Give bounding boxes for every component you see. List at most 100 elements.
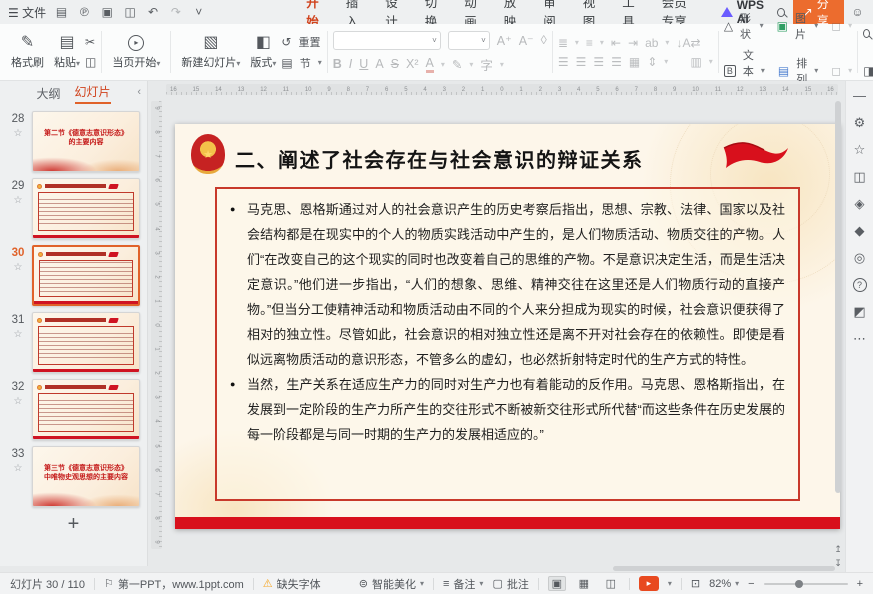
help-icon[interactable]: ? [853, 278, 867, 292]
align-justify-icon[interactable]: ☰ [611, 55, 622, 69]
slide-thumbnail-33[interactable]: 33☆ 第三节《德意志意识形态》中唯物史观思想的主要内容 [6, 446, 143, 507]
distribute-icon[interactable]: ▦ [629, 55, 640, 69]
char-dialog-button[interactable]: 字 [480, 55, 493, 74]
smart-tools-icon[interactable]: ◆ [855, 224, 865, 238]
outline-tab[interactable]: 大纲 [36, 85, 60, 102]
slide-thumbnail-30-current[interactable]: 30☆ [6, 245, 143, 306]
document-find-icon[interactable]: ◎ [854, 251, 865, 265]
format-painter-button[interactable]: ✎ 格式刷 [6, 33, 49, 72]
comment-button[interactable]: ▢ 批注 [492, 576, 528, 592]
italic-button[interactable]: I [349, 57, 352, 71]
slide-title[interactable]: 二、阐述了社会存在与社会意识的辩证关系 [235, 144, 644, 173]
slide-thumbnail-29[interactable]: 29☆ [6, 178, 143, 239]
copy-button[interactable]: ◫ [85, 55, 96, 69]
slide-thumbnail-28[interactable]: 28☆ 第二节《德意志意识形态》的主要内容 [6, 111, 143, 172]
smart-beautify-button[interactable]: ⊜ 智能美化▾ [359, 576, 424, 592]
save-icon[interactable]: ▤ [54, 5, 69, 19]
picture-button[interactable]: ▣ 图片▾ [777, 10, 819, 42]
notes-button[interactable]: ≡ 备注▾ [443, 576, 483, 592]
play-from-current-button[interactable]: ▸ 当页开始▾ [107, 33, 165, 72]
add-slide-button[interactable]: + [0, 513, 147, 536]
decrease-indent-icon[interactable]: ⇤ [611, 36, 621, 50]
collapse-taskpane-icon[interactable]: — [853, 89, 866, 103]
more-options-icon[interactable]: ⋯ [853, 332, 866, 346]
increase-font-button[interactable]: A⁺ [497, 33, 512, 48]
new-slide-button[interactable]: ▧ 新建幻灯片▾ [176, 33, 245, 72]
align-center-icon[interactable]: ☰ [576, 55, 587, 69]
clear-format-icon[interactable]: ◊ [541, 33, 547, 47]
missing-font-warning[interactable]: ⚠ 缺失字体 [263, 576, 321, 592]
template-source-icon: ⚐ [104, 577, 114, 590]
zoom-level[interactable]: 82%▾ [709, 578, 739, 590]
bold-button[interactable]: B [333, 57, 342, 71]
reset-button[interactable]: ↺ 重置 [281, 34, 321, 50]
normal-view-button[interactable]: ▣ [548, 576, 566, 591]
slideshow-options-caret-icon[interactable]: ▾ [668, 579, 672, 588]
font-color-button[interactable]: A [426, 56, 434, 73]
fill-button[interactable]: ◻▾ [831, 19, 852, 33]
shapes-button[interactable]: △ 形状▾ [724, 10, 764, 42]
star-icon[interactable]: ☆ [14, 396, 23, 407]
increase-indent-icon[interactable]: ⇥ [628, 36, 638, 50]
redo-icon[interactable]: ↷ [169, 5, 184, 19]
paste-button[interactable]: ▤ 粘贴▾ [49, 33, 85, 72]
columns-icon[interactable]: ▥ [690, 55, 701, 69]
text-direction-icon[interactable]: ⇄ [690, 36, 700, 50]
star-icon[interactable]: ☆ [14, 195, 23, 206]
slide-layout-icon[interactable]: ◫ [853, 170, 865, 184]
font-size-select[interactable]: ˅ [448, 31, 490, 50]
star-icon[interactable]: ☆ [14, 262, 23, 273]
export-pdf-icon[interactable]: ℗ [77, 5, 92, 19]
content-textbox[interactable]: 马克思、恩格斯通过对人的社会意识产生的历史考察后指出，思想、宗教、法律、国家以及… [215, 187, 800, 501]
bullet-list-icon[interactable]: ≣ [558, 36, 568, 50]
layout-button[interactable]: ◧ 版式▾ [245, 33, 281, 72]
object-properties-icon[interactable]: ⚙ [854, 116, 866, 130]
reading-view-icon: ◫ [606, 577, 616, 590]
star-icon[interactable]: ☆ [14, 329, 23, 340]
slide-sorter-view-button[interactable]: ▦ [575, 576, 593, 591]
align-right-icon[interactable]: ☰ [593, 55, 604, 69]
print-preview-icon[interactable]: ◫ [123, 5, 138, 19]
print-icon[interactable]: ▣ [100, 5, 115, 19]
horizontal-scrollbar[interactable] [443, 566, 835, 571]
zoom-in-button[interactable]: + [857, 578, 863, 590]
quickbar-chevron-icon[interactable]: ˅ [191, 5, 206, 19]
zoom-slider[interactable] [764, 583, 848, 585]
previous-slide-button[interactable]: ↥ [832, 543, 844, 555]
font-name-select[interactable]: ˅ [333, 31, 441, 50]
reading-view-button[interactable]: ◫ [602, 576, 620, 591]
find-button[interactable]: 查找▾ [863, 18, 873, 50]
char-style-button[interactable]: A [375, 57, 383, 71]
line-spacing-icon[interactable]: ⇕ [647, 55, 657, 69]
slides-tab[interactable]: 幻灯片 [75, 83, 111, 104]
underline-button[interactable]: U [359, 57, 368, 71]
slide-panel: 大纲 幻灯片 ‹ 28☆ 第二节《德意志意识形态》的主要内容 29☆ 30☆ 3… [0, 81, 148, 566]
effects-button[interactable]: ◻▾ [831, 64, 852, 78]
fit-window-button[interactable]: ⊡ [691, 577, 700, 590]
section-button[interactable]: ▤ 节▾ [281, 55, 321, 71]
current-slide[interactable]: ★ 二、阐述了社会存在与社会意识的辩证关系 马克思、恩格斯通过对人的社会意识产生… [175, 124, 840, 529]
highlight-button[interactable]: ✎ [452, 57, 462, 72]
collapse-panel-icon[interactable]: ‹ [137, 86, 141, 98]
cut-button[interactable]: ✂ [85, 35, 96, 49]
undo-icon[interactable]: ↶ [146, 5, 161, 19]
numbered-list-icon[interactable]: ≡ [586, 36, 593, 50]
favorites-icon[interactable]: ☆ [854, 143, 866, 157]
align-left-icon[interactable]: ☰ [558, 55, 569, 69]
design-assets-icon[interactable]: ◈ [855, 197, 865, 211]
superscript-button[interactable]: X² [406, 57, 419, 71]
slide-thumbnail-31[interactable]: 31☆ [6, 312, 143, 373]
zoom-slider-knob[interactable] [795, 580, 803, 588]
file-menu[interactable]: ☰ 文件 [8, 4, 46, 21]
pinyin-button[interactable]: ab [645, 36, 658, 50]
decrease-font-button[interactable]: A⁻ [519, 33, 534, 48]
vertical-scrollbar[interactable] [835, 101, 841, 541]
sort-text-button[interactable]: ↓A [676, 36, 690, 50]
slide-thumbnail-32[interactable]: 32☆ [6, 379, 143, 440]
star-icon[interactable]: ☆ [14, 128, 23, 139]
slideshow-play-button[interactable]: ▸ [639, 576, 659, 591]
zoom-out-button[interactable]: − [748, 578, 754, 590]
skin-settings-icon[interactable]: ◩ [853, 305, 865, 319]
star-icon[interactable]: ☆ [14, 463, 23, 474]
strikethrough-button[interactable]: S [391, 57, 399, 71]
